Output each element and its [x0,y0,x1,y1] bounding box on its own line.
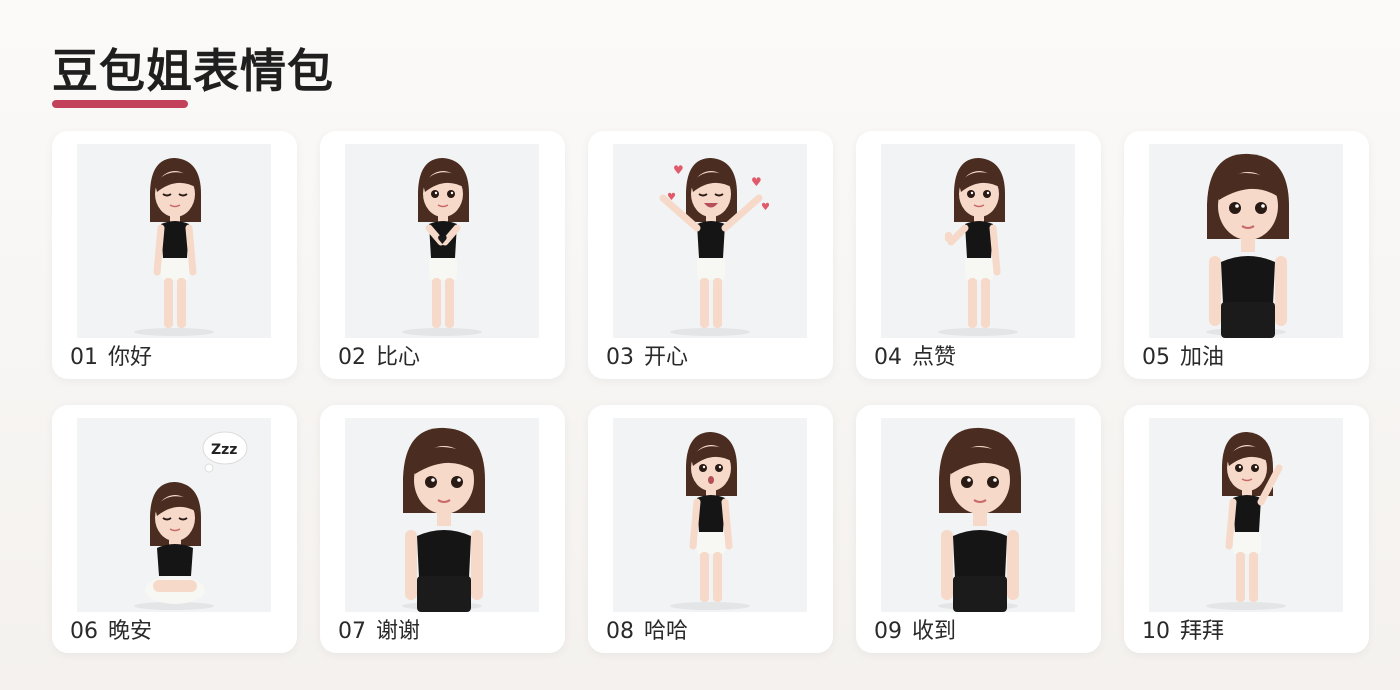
sticker-caption: 06 晚安 [70,617,152,647]
sticker-label: 晚安 [108,619,153,644]
sticker-number: 08 [606,619,634,644]
sticker-caption: 09 收到 [874,617,956,647]
sticker-card[interactable]: 05 加油 [1124,131,1369,379]
sticker-number: 05 [1142,345,1170,370]
sticker-image [881,144,1075,338]
page-title: 豆包姐表情包 [52,44,334,98]
sticker-label: 谢谢 [376,619,421,644]
header: 豆包姐表情包 [52,40,334,108]
sticker-caption: 05 加油 [1142,343,1224,373]
sticker-number: 04 [874,345,902,370]
sticker-card[interactable]: 08 哈哈 [588,405,833,653]
sticker-number: 10 [1142,619,1170,644]
sticker-image: Zzz [77,418,271,612]
sticker-caption: 10 拜拜 [1142,617,1224,647]
sticker-number: 03 [606,345,634,370]
sticker-card[interactable]: Zzz 06 晚安 [52,405,297,653]
sticker-card[interactable]: 04 点赞 [856,131,1101,379]
sticker-label: 哈哈 [644,619,689,644]
sticker-number: 09 [874,619,902,644]
svg-text:♥: ♥ [751,175,762,189]
sticker-card[interactable]: 10 拜拜 [1124,405,1369,653]
svg-text:♥: ♥ [673,163,684,177]
title-underline [52,100,188,108]
sticker-card[interactable]: ♥ 02 比心 [320,131,565,379]
sticker-caption: 08 哈哈 [606,617,688,647]
sticker-image [1149,418,1343,612]
sticker-card[interactable]: 01 你好 [52,131,297,379]
sticker-caption: 04 点赞 [874,343,956,373]
svg-text:Zzz: Zzz [211,442,237,458]
sticker-label: 比心 [376,345,421,370]
sticker-card[interactable]: 07 谢谢 [320,405,565,653]
sticker-label: 你好 [108,345,153,370]
svg-text:♥: ♥ [437,233,448,247]
svg-text:♥: ♥ [761,202,770,213]
sticker-caption: 02 比心 [338,343,420,373]
sticker-caption: 07 谢谢 [338,617,420,647]
sticker-caption: 03 开心 [606,343,688,373]
sticker-image: ♥ ♥ ♥ ♥ [613,144,807,338]
sticker-image: ♥ [345,144,539,338]
sticker-label: 开心 [644,345,689,370]
sticker-grid: 01 你好 ♥ 02 比心 ♥ ♥ ♥ ♥ 03 开心 04 点赞 05 加油 Zzz 06 晚安… [52,131,1369,653]
sticker-label: 点赞 [912,345,957,370]
sticker-number: 02 [338,345,366,370]
sticker-caption: 01 你好 [70,343,152,373]
svg-text:♥: ♥ [667,192,676,203]
sticker-image [77,144,271,338]
sticker-card[interactable]: 09 收到 [856,405,1101,653]
sticker-number: 07 [338,619,366,644]
sticker-card[interactable]: ♥ ♥ ♥ ♥ 03 开心 [588,131,833,379]
sticker-label: 加油 [1180,345,1225,370]
sticker-number: 01 [70,345,98,370]
sticker-image [1149,144,1343,338]
sticker-image [881,418,1075,612]
sticker-image [345,418,539,612]
sticker-image [613,418,807,612]
sticker-number: 06 [70,619,98,644]
sticker-label: 拜拜 [1180,619,1225,644]
sticker-label: 收到 [912,619,957,644]
